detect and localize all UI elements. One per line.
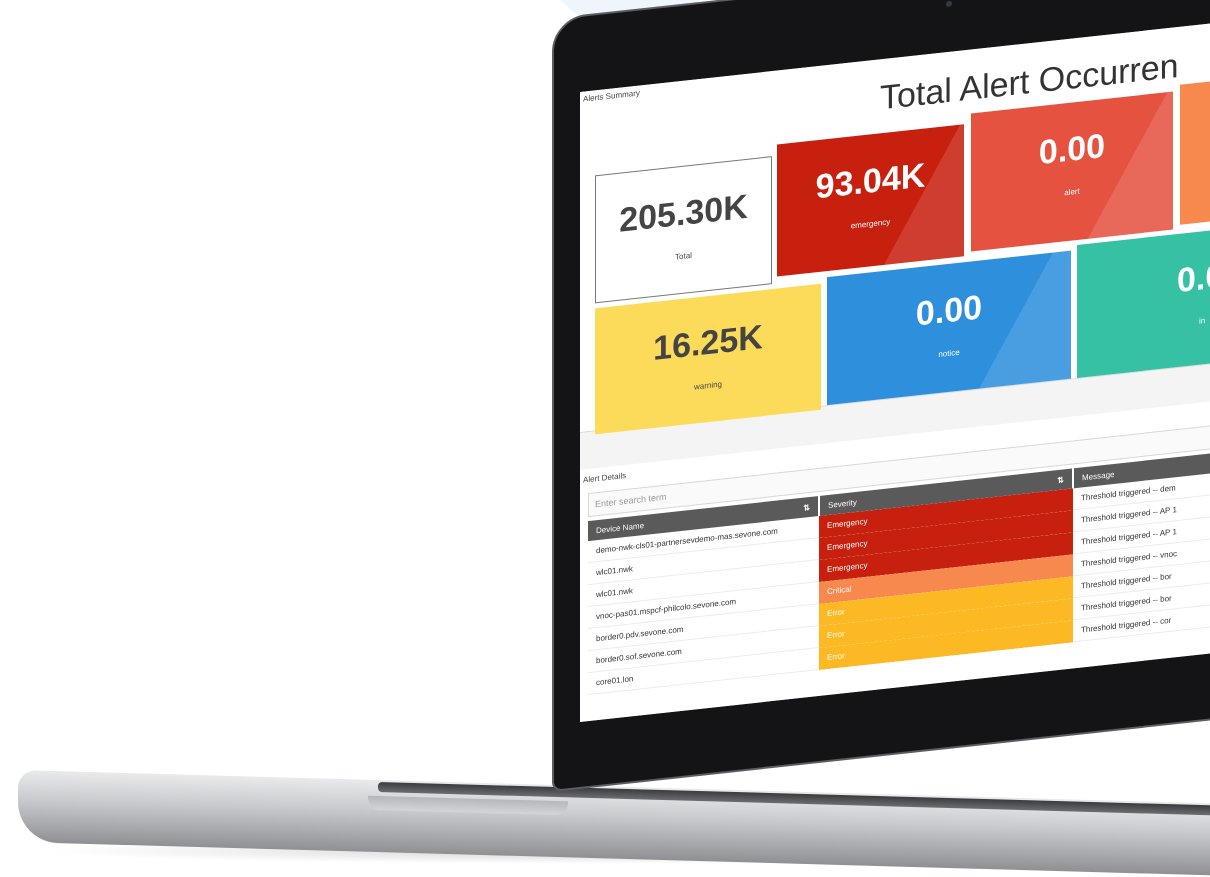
dashboard-screen: Alerts Summary Total Alert Occurren 205.…: [580, 18, 1210, 722]
tile-total[interactable]: 205.30K Total: [595, 156, 772, 304]
webcam-icon: [946, 0, 952, 8]
laptop-screen-bezel: Alerts Summary Total Alert Occurren 205.…: [552, 0, 1210, 792]
column-header-label: Severity: [828, 497, 857, 510]
tile-warning[interactable]: 16.25K warning: [595, 283, 821, 435]
column-header-label: Device Name: [596, 520, 645, 535]
tile-warning-value: 16.25K: [653, 318, 763, 369]
tile-info-value: 0.0: [1177, 256, 1210, 301]
lid-notch: [368, 795, 568, 816]
tile-warning-label: warning: [693, 379, 722, 392]
tile-info-label: in: [1199, 316, 1206, 326]
tile-critical-value: [1180, 100, 1210, 113]
tile-alert[interactable]: 0.00 alert: [971, 91, 1173, 252]
tile-total-value: 205.30K: [619, 187, 748, 240]
alerts-summary-panel: Alerts Summary Total Alert Occurren 205.…: [580, 18, 1210, 435]
tile-info[interactable]: 0.0 in: [1077, 221, 1210, 378]
alerts-summary-title: Alerts Summary: [583, 88, 640, 104]
tile-critical[interactable]: [1180, 71, 1210, 225]
tile-shade: [879, 124, 964, 266]
tile-emergency[interactable]: 93.04K emergency: [777, 124, 964, 277]
tile-shade: [961, 250, 1071, 391]
tile-shade: [1082, 91, 1173, 240]
alert-details-panel: Alert Details Enter search term Device N…: [580, 396, 1210, 722]
tile-critical-label: [1180, 100, 1210, 113]
alert-details-title: Alert Details: [583, 470, 627, 485]
sort-icon[interactable]: ⇅: [1057, 475, 1064, 485]
tile-total-label: Total: [675, 250, 692, 262]
sort-icon[interactable]: ⇅: [803, 502, 810, 512]
tile-notice[interactable]: 0.00 notice: [827, 250, 1071, 406]
column-header-label: Message: [1082, 469, 1115, 482]
